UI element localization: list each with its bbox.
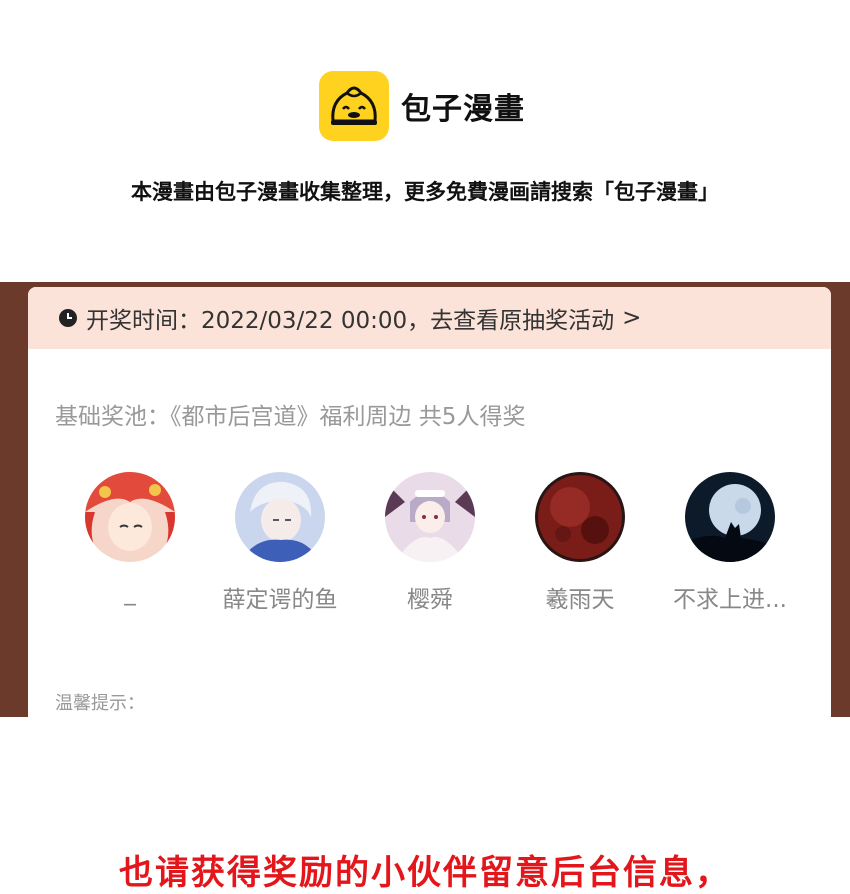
winner-item[interactable]: _ — [55, 472, 205, 606]
brand-logo: 包子漫畫 — [319, 71, 525, 141]
draw-time-text: 开奖时间：2022/03/22 00:00，去查看原抽奖活动 — [86, 308, 615, 334]
winner-item[interactable]: 薛定谔的鱼 — [205, 472, 355, 614]
chevron-right-icon: > — [622, 305, 642, 331]
collection-notice: 本漫畫由包子漫畫收集整理，更多免費漫画請搜索「包子漫畫」 — [131, 180, 719, 204]
winner-name: 不求上进... — [673, 587, 787, 613]
avatar — [535, 472, 625, 562]
bun-face-icon — [319, 71, 389, 141]
winner-item[interactable]: 羲雨天 — [505, 472, 655, 614]
brand-name: 包子漫畫 — [401, 92, 525, 127]
winner-item[interactable]: 樱舜 — [355, 472, 505, 614]
clock-icon — [59, 309, 77, 327]
avatar — [85, 472, 175, 562]
tip-label: 温馨提示： — [55, 693, 145, 714]
reminder-message: 也请获得奖励的小伙伴留意后台信息， — [119, 853, 731, 893]
draw-time-header[interactable]: 开奖时间：2022/03/22 00:00，去查看原抽奖活动 > — [28, 287, 831, 349]
avatar — [685, 472, 775, 562]
winner-name: _ — [124, 580, 136, 606]
prize-pool-text: 基础奖池：《都市后宫道》福利周边 共5人得奖 — [55, 404, 526, 430]
winners-list: _ 薛定谔的鱼 樱舜 羲雨天 不求上进... — [28, 472, 831, 622]
lottery-card: 开奖时间：2022/03/22 00:00，去查看原抽奖活动 > 基础奖池：《都… — [28, 287, 831, 717]
winner-item[interactable]: 不求上进... — [655, 472, 805, 614]
winner-name: 薛定谔的鱼 — [222, 587, 338, 613]
avatar — [235, 472, 325, 562]
winner-name: 樱舜 — [407, 587, 453, 613]
winner-name: 羲雨天 — [545, 587, 615, 613]
avatar — [385, 472, 475, 562]
